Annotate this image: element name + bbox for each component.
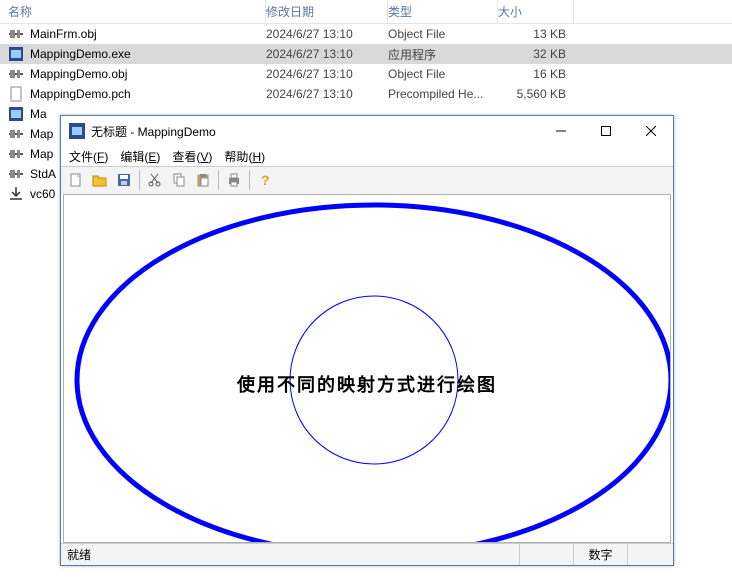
status-pane-caps xyxy=(519,544,573,565)
toolbar-separator xyxy=(249,170,250,190)
exe-file-icon xyxy=(8,46,24,62)
status-pane-scrl xyxy=(627,544,673,565)
status-pane-num: 数字 xyxy=(573,544,627,565)
app-window: 无标题 - MappingDemo 文件(F) 编辑(E) 查看(V) 帮助(H… xyxy=(60,115,674,566)
help-icon: ? xyxy=(257,172,273,188)
table-row[interactable]: MainFrm.obj 2024/6/27 13:10 Object File … xyxy=(0,24,732,44)
generic-file-icon xyxy=(8,106,24,122)
obj-file-icon xyxy=(8,26,24,42)
paste-icon xyxy=(195,172,211,188)
toolbar: ? xyxy=(61,166,673,194)
drawing-canvas xyxy=(64,195,671,543)
file-name: Map xyxy=(30,127,53,141)
file-name: MappingDemo.exe xyxy=(30,47,131,61)
file-name: StdA xyxy=(30,167,56,181)
file-date: 2024/6/27 13:10 xyxy=(266,47,388,61)
new-file-icon xyxy=(68,172,84,188)
toolbar-separator xyxy=(218,170,219,190)
copy-icon xyxy=(171,172,187,188)
file-type: Precompiled He... xyxy=(388,87,498,101)
generic-file-icon xyxy=(8,86,24,102)
menubar: 文件(F) 编辑(E) 查看(V) 帮助(H) xyxy=(61,146,673,166)
maximize-button[interactable] xyxy=(583,117,628,146)
window-title: 无标题 - MappingDemo xyxy=(91,123,538,140)
file-name: Ma xyxy=(30,107,47,121)
close-button[interactable] xyxy=(628,117,673,146)
cut-icon xyxy=(147,172,163,188)
file-date: 2024/6/27 13:10 xyxy=(266,87,388,101)
file-name: Map xyxy=(30,147,53,161)
file-type: Object File xyxy=(388,27,498,41)
menu-edit[interactable]: 编辑(E) xyxy=(120,148,160,165)
column-type[interactable]: 类型 xyxy=(388,0,498,23)
save-disk-icon xyxy=(116,172,132,188)
file-size: 5,560 KB xyxy=(498,87,574,101)
file-type: Object File xyxy=(388,67,498,81)
copy-button[interactable] xyxy=(168,169,190,191)
file-name: vc60 xyxy=(30,187,55,201)
help-button[interactable]: ? xyxy=(254,169,276,191)
titlebar[interactable]: 无标题 - MappingDemo xyxy=(61,116,673,146)
minimize-icon xyxy=(556,126,566,136)
minimize-button[interactable] xyxy=(538,117,583,146)
save-button[interactable] xyxy=(113,169,135,191)
column-date[interactable]: 修改日期 xyxy=(266,0,388,23)
new-button[interactable] xyxy=(65,169,87,191)
file-date: 2024/6/27 13:10 xyxy=(266,27,388,41)
menu-view[interactable]: 查看(V) xyxy=(172,148,212,165)
app-icon xyxy=(69,123,85,139)
maximize-icon xyxy=(601,126,611,136)
file-size: 32 KB xyxy=(498,47,574,61)
column-name[interactable]: 名称 xyxy=(8,0,266,23)
statusbar: 就绪 数字 xyxy=(61,543,673,565)
toolbar-separator xyxy=(139,170,140,190)
obj-file-icon xyxy=(8,146,24,162)
explorer-column-header: 名称 修改日期 类型 大小 xyxy=(0,0,732,24)
open-folder-icon xyxy=(92,172,108,188)
file-date: 2024/6/27 13:10 xyxy=(266,67,388,81)
table-row[interactable]: MappingDemo.pch 2024/6/27 13:10 Precompi… xyxy=(0,84,732,104)
file-size: 13 KB xyxy=(498,27,574,41)
obj-file-icon xyxy=(8,166,24,182)
client-area: 使用不同的映射方式进行绘图 xyxy=(63,194,671,543)
print-button[interactable] xyxy=(223,169,245,191)
menu-file[interactable]: 文件(F) xyxy=(69,148,108,165)
drawing-caption: 使用不同的映射方式进行绘图 xyxy=(64,371,670,397)
cut-button[interactable] xyxy=(144,169,166,191)
print-icon xyxy=(226,172,242,188)
svg-text:?: ? xyxy=(261,172,270,188)
status-ready: 就绪 xyxy=(61,546,519,563)
file-name: MappingDemo.pch xyxy=(30,87,131,101)
download-icon xyxy=(8,186,24,202)
file-type: 应用程序 xyxy=(388,46,498,63)
table-row[interactable]: MappingDemo.obj 2024/6/27 13:10 Object F… xyxy=(0,64,732,84)
column-size[interactable]: 大小 xyxy=(498,0,574,23)
menu-help[interactable]: 帮助(H) xyxy=(224,148,265,165)
table-row[interactable]: MappingDemo.exe 2024/6/27 13:10 应用程序 32 … xyxy=(0,44,732,64)
open-button[interactable] xyxy=(89,169,111,191)
file-size: 16 KB xyxy=(498,67,574,81)
paste-button[interactable] xyxy=(192,169,214,191)
file-name: MainFrm.obj xyxy=(30,27,97,41)
file-name: MappingDemo.obj xyxy=(30,67,127,81)
close-icon xyxy=(646,126,656,136)
obj-file-icon xyxy=(8,66,24,82)
obj-file-icon xyxy=(8,126,24,142)
